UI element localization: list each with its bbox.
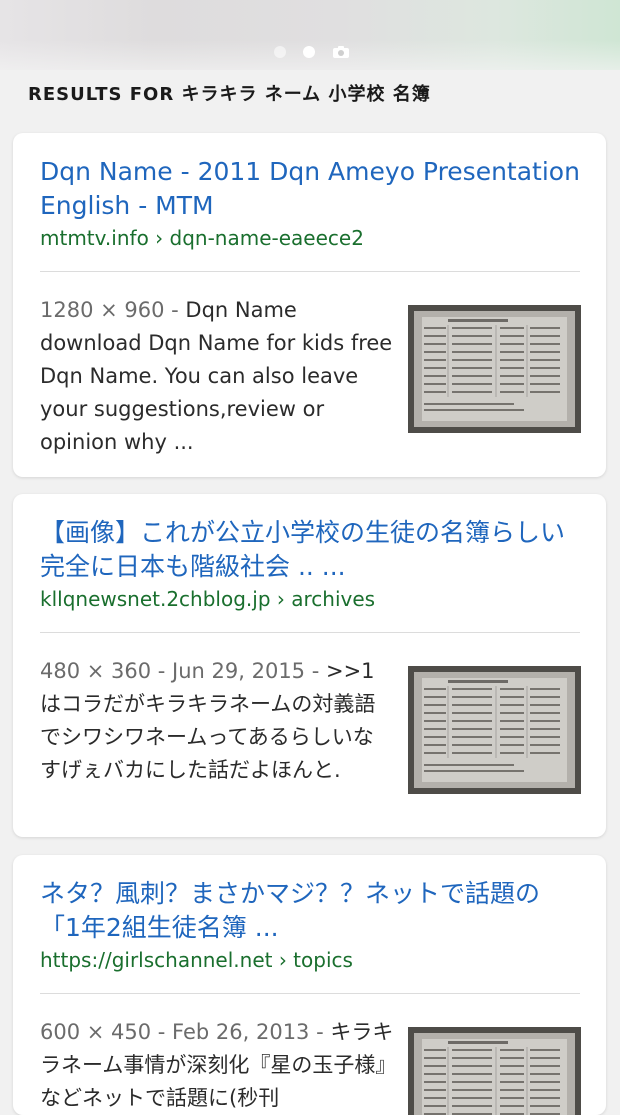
camera-icon[interactable]: [332, 45, 350, 59]
result-thumbnail-image[interactable]: [408, 305, 581, 433]
page-dot-2-active[interactable]: [303, 46, 315, 58]
result-title-link[interactable]: Dqn Name - 2011 Dqn Ameyo Presentation E…: [40, 155, 580, 223]
results-heading: RESULTS FOR キラキラ ネーム 小学校 名簿: [28, 84, 431, 105]
carousel-page-indicator[interactable]: [272, 44, 352, 60]
result-snippet: 1280 × 960 - Dqn Name download Dqn Name …: [40, 294, 395, 459]
result-image-meta: 480 × 360 - Jun 29, 2015 -: [40, 659, 326, 683]
page-dot-1[interactable]: [274, 46, 286, 58]
result-url[interactable]: https://girlschannel.net › topics: [40, 947, 580, 973]
result-card[interactable]: 【画像】これが公立小学校の生徒の名簿らしい 完全に日本も階級社会 .. ... …: [13, 494, 606, 837]
result-thumbnail-image[interactable]: [408, 1027, 581, 1115]
divider: [40, 632, 580, 633]
result-image-meta: 600 × 450 - Feb 26, 2013 -: [40, 1020, 331, 1044]
result-card[interactable]: ネタ？風刺？まさかマジ？？ネットで話題の「1年2組生徒名簿 ... https:…: [13, 855, 606, 1115]
divider: [40, 993, 580, 994]
result-title-link[interactable]: 【画像】これが公立小学校の生徒の名簿らしい 完全に日本も階級社会 .. ...: [40, 516, 580, 584]
result-snippet: 600 × 450 - Feb 26, 2013 - キラキラネーム事情が深刻化…: [40, 1016, 395, 1115]
result-snippet: 480 × 360 - Jun 29, 2015 - >>1はコラだがキラキラネ…: [40, 655, 395, 787]
result-image-meta: 1280 × 960 -: [40, 298, 186, 322]
result-card[interactable]: Dqn Name - 2011 Dqn Ameyo Presentation E…: [13, 133, 606, 477]
image-carousel-header[interactable]: [0, 0, 620, 70]
result-thumbnail-image[interactable]: [408, 666, 581, 794]
result-url[interactable]: kllqnewsnet.2chblog.jp › archives: [40, 586, 580, 612]
divider: [40, 271, 580, 272]
result-title-link[interactable]: ネタ？風刺？まさかマジ？？ネットで話題の「1年2組生徒名簿 ...: [40, 877, 580, 945]
result-url[interactable]: mtmtv.info › dqn-name-eaeece2: [40, 225, 580, 251]
